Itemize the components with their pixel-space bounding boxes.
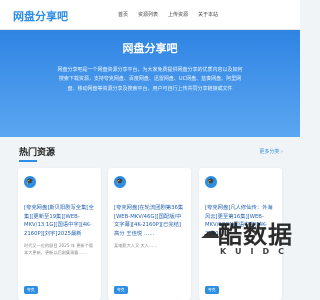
hero-title: 网盘分享吧	[122, 42, 178, 55]
top-navbar: 网盘分享吧 首页 资源列表 上传资源 关于本站	[0, 0, 300, 30]
graduation-cap-icon: 🎓	[114, 176, 126, 188]
resource-card[interactable]: 🎓 [夸克网盘]斯贝阳剧写全集[全集][更新至19集][WEB-MKV/13.1…	[18, 168, 101, 300]
site-logo[interactable]: 网盘分享吧	[13, 8, 68, 24]
resource-card-title[interactable]: [夸克网盘]斯贝阳剧写全集[全集][更新至19集][WEB-MKV/13.1G]…	[24, 204, 96, 238]
resource-card-desc: 某电影大人又 大人……	[114, 243, 158, 248]
graduation-cap-icon: 🎓	[24, 176, 36, 188]
watermark-text-en: KUIDC	[220, 247, 294, 256]
nav-item-about[interactable]: 关于本站	[198, 11, 218, 18]
main-nav: 首页 资源列表 上传资源 关于本站	[118, 11, 218, 18]
resource-card-tag: 夸克	[24, 286, 38, 294]
nav-item-upload[interactable]: 上传资源	[168, 11, 188, 18]
watermark-text-cn: 酷数据	[218, 221, 293, 249]
nav-item-resources[interactable]: 资源列表	[138, 11, 158, 18]
section-header: 热门资源 更多分类 ›	[19, 145, 283, 159]
hero-banner: 网盘分享吧 网盘分享吧是一个网盘资源分享平台，为大家免费提供网盘分享的优质内容以…	[0, 30, 300, 137]
nav-item-home[interactable]: 首页	[118, 11, 128, 18]
resource-card[interactable]: 🎓 [夸克网盘]在轮流团剧第36集[WEB-MKV/46G][国配版/中文字幕]…	[108, 168, 191, 300]
watermark-cloud-icon: ☁	[200, 219, 220, 243]
resource-card-tag: 夸克	[114, 286, 128, 294]
resource-card-title[interactable]: [夸克网盘]在轮流团剧第36集[WEB-MKV/46G][国配版/中文字幕][4…	[114, 204, 186, 238]
graduation-cap-icon: 🎓	[205, 176, 217, 188]
resource-card-tag: 夸克	[205, 286, 219, 294]
section-underline	[19, 160, 37, 162]
watermark-logo: ☁ 酷数据 KUIDC	[200, 215, 300, 275]
hero-description: 网盘分享吧是一个网盘资源分享平台，为大家免费提供网盘分享的优质内容以及如何搜索下…	[57, 67, 243, 92]
more-categories-link[interactable]: 更多分类 ›	[259, 148, 283, 155]
section-title: 热门资源	[19, 148, 56, 158]
resource-card-desc: 时代又一位的剧目 2025 年 更新个版本大更新，更新以后剧集观看……	[24, 243, 94, 255]
